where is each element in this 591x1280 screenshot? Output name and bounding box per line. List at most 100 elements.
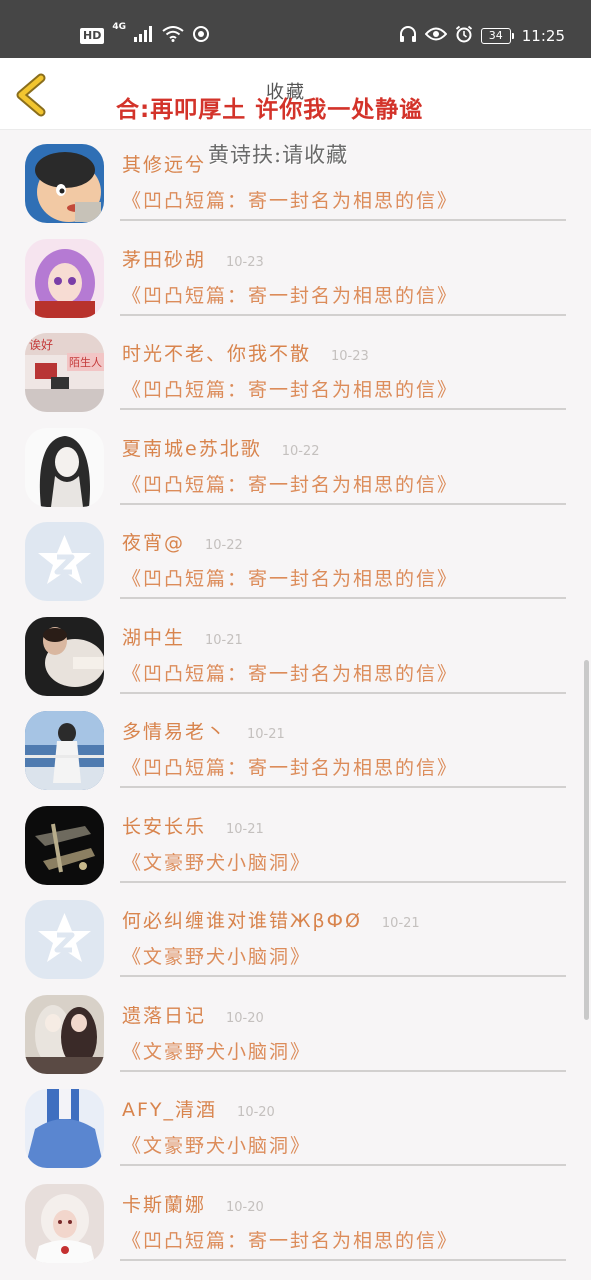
work-title[interactable]: 《文豪野犬小脑洞》 [122,942,311,969]
work-title[interactable]: 《凹凸短篇：寄一封名为相思的信》 [122,564,458,591]
status-bar: HD 4G 34 11:25 [0,0,591,58]
list-item[interactable]: 湖中生 10-21 《凹凸短篇：寄一封名为相思的信》 [0,603,591,698]
user-name[interactable]: 多情易老丶 [122,717,227,744]
headphones-icon [399,25,417,47]
work-title[interactable]: 《凹凸短篇：寄一封名为相思的信》 [122,470,458,497]
divider [120,313,566,316]
status-time: 11:25 [521,27,565,45]
avatar[interactable] [25,711,104,790]
network-type: 4G [112,22,126,32]
status-right: 34 11:25 [399,24,565,48]
back-button[interactable] [12,72,52,118]
battery-level: 34 [480,28,511,44]
favorite-date: 10-21 [247,727,285,742]
divider [120,219,566,221]
divider [120,1164,566,1166]
row-name-line: 时光不老、你我不散 10-23 [122,339,369,366]
divider [120,975,566,977]
status-left: HD 4G [80,22,210,48]
list-item[interactable]: 诶好 陌生人 时光不老、你我不散 10-23 《凹凸短篇：寄一封名为相思的信》 [0,319,591,414]
svg-text:诶好: 诶好 [29,337,53,352]
hd-badge: HD [80,28,105,44]
row-name-line: 遗落日记 10-20 [122,1001,264,1028]
avatar[interactable] [25,238,104,318]
divider [120,408,566,410]
data-saver-icon [192,25,210,47]
avatar[interactable] [25,805,104,885]
user-name[interactable]: 夜宵@ [122,528,185,555]
favorite-date: 10-23 [226,254,264,270]
subtitle-overlay-text: 黄诗扶:请收藏 [208,143,349,167]
user-name[interactable]: 茅田砂胡 [122,245,206,272]
list-item[interactable]: AFY_清酒 10-20 《文豪野犬小脑洞》 [0,1075,591,1170]
row-name-line: 湖中生 10-21 [122,623,243,650]
list-item[interactable]: 长安长乐 10-21 《文豪野犬小脑洞》 [0,792,591,887]
avatar[interactable] [25,522,104,601]
list-item[interactable]: 多情易老丶 10-21 《凹凸短篇：寄一封名为相思的信》 [0,697,591,792]
user-name[interactable]: 何必纠缠谁对谁错ЖβФØ [122,906,362,933]
favorite-date: 10-21 [226,821,264,837]
favorite-date: 10-22 [205,538,243,553]
favorite-date: 10-20 [226,1010,264,1026]
row-name-line: 夏南城e苏北歌 10-22 [122,434,319,461]
work-title[interactable]: 《凹凸短篇：寄一封名为相思的信》 [122,375,458,402]
work-title[interactable]: 《凹凸短篇：寄一封名为相思的信》 [122,1226,458,1253]
user-name[interactable]: 长安长乐 [122,812,206,839]
avatar[interactable] [25,427,104,507]
signal-icon [134,26,154,46]
favorite-date: 10-22 [281,443,320,459]
divider [120,597,566,599]
avatar[interactable] [25,1089,104,1168]
list-item[interactable]: 何必纠缠谁对谁错ЖβФØ 10-21 《文豪野犬小脑洞》 [0,886,591,981]
row-name-line: 茅田砂胡 10-23 [122,245,264,272]
work-title[interactable]: 《凹凸短篇：寄一封名为相思的信》 [122,753,458,780]
avatar[interactable] [25,616,104,696]
alarm-icon [455,25,473,47]
list-item[interactable]: 夏南城e苏北歌 10-22 《凹凸短篇：寄一封名为相思的信》 [0,414,591,509]
divider [120,691,566,694]
list-item[interactable]: 卡斯蘭娜 10-20 《凹凸短篇：寄一封名为相思的信》 [0,1170,591,1265]
divider [120,880,566,883]
scrollbar[interactable] [584,660,589,1020]
user-name[interactable]: 遗落日记 [122,1001,206,1028]
avatar[interactable] [25,900,104,979]
row-name-line: 长安长乐 10-21 [122,812,264,839]
user-name[interactable]: 其修远兮 [122,150,206,177]
row-name-line: 多情易老丶 10-21 [122,717,285,744]
favorite-date: 10-21 [205,632,243,648]
avatar[interactable] [25,144,104,223]
battery-icon: 34 [480,28,514,44]
favorite-date: 10-21 [381,916,420,931]
svg-text:陌生人: 陌生人 [69,355,102,369]
row-name-line: AFY_清酒 10-20 [122,1095,275,1122]
avatar[interactable] [25,994,104,1074]
row-name-line: 卡斯蘭娜 10-20 [122,1190,264,1217]
wifi-icon [162,26,184,46]
eye-icon [424,26,448,46]
work-title[interactable]: 《凹凸短篇：寄一封名为相思的信》 [122,659,458,686]
user-name[interactable]: 湖中生 [122,623,185,650]
row-name-line: 何必纠缠谁对谁错ЖβФØ 10-21 [122,906,420,933]
favorite-date: 10-23 [331,349,369,364]
work-title[interactable]: 《凹凸短篇：寄一封名为相思的信》 [122,281,458,308]
favorites-list: 其修远兮 《凹凸短篇：寄一封名为相思的信》 茅田砂胡 10-23 《凹凸短篇：寄一封名为… [0,130,591,1264]
work-title[interactable]: 《文豪野犬小脑洞》 [122,1037,311,1064]
list-item[interactable]: 茅田砂胡 10-23 《凹凸短篇：寄一封名为相思的信》 [0,225,591,320]
work-title[interactable]: 《凹凸短篇：寄一封名为相思的信》 [122,186,458,213]
battery-tip [511,33,514,39]
avatar[interactable] [25,1183,104,1263]
avatar[interactable]: 诶好陌生人 [25,333,104,412]
user-name[interactable]: 时光不老、你我不散 [122,339,311,366]
title-overlay-text: 收藏 [266,82,306,103]
user-name[interactable]: 夏南城e苏北歌 [122,434,262,461]
header-bar: 合:再叩厚土 许你我一处静谧 收藏 [0,58,591,130]
work-title[interactable]: 《文豪野犬小脑洞》 [122,848,311,875]
list-item[interactable]: 夜宵@ 10-22 《凹凸短篇：寄一封名为相思的信》 [0,508,591,603]
work-title[interactable]: 《文豪野犬小脑洞》 [122,1131,311,1158]
list-item[interactable]: 遗落日记 10-20 《文豪野犬小脑洞》 [0,981,591,1076]
divider [120,786,566,788]
user-name[interactable]: 卡斯蘭娜 [122,1190,206,1217]
divider [120,1069,566,1072]
user-name[interactable]: AFY_清酒 [122,1095,217,1122]
favorite-date: 10-20 [226,1199,264,1215]
